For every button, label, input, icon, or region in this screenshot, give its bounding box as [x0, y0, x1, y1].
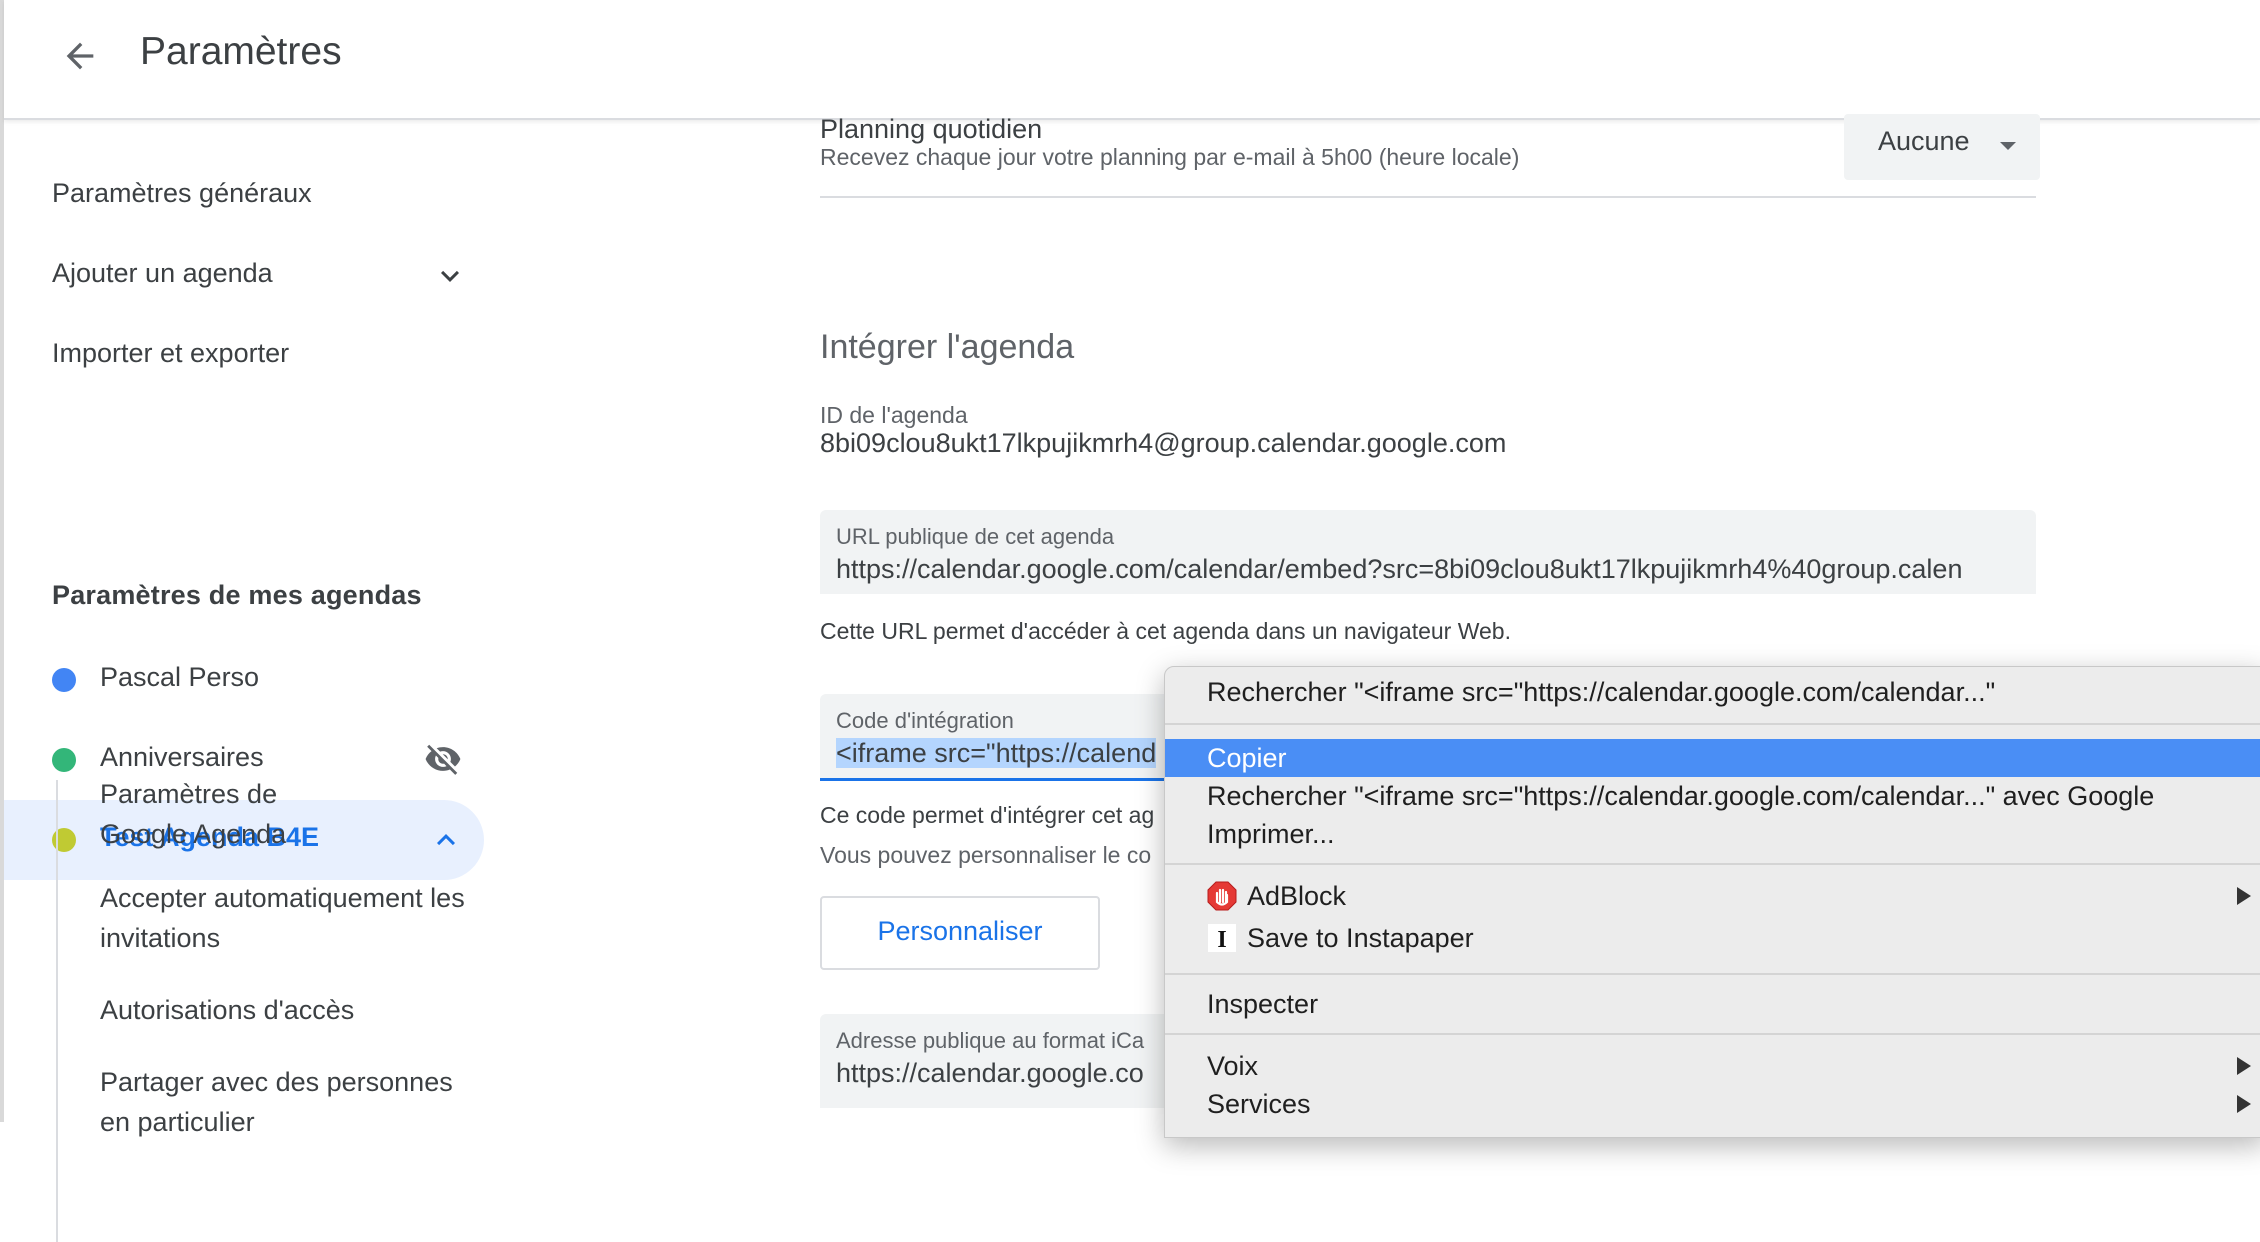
sidebar-subitem-access-permissions[interactable]: Autorisations d'accès [100, 990, 480, 1030]
menu-item-label: Imprimer... [1207, 819, 1335, 849]
sidebar-subitem-auto-accept[interactable]: Accepter automatiquement les invitations [100, 878, 500, 958]
calendar-color-dot [52, 748, 76, 772]
submenu-arrow-icon [2237, 1057, 2251, 1075]
daily-agenda-description: Recevez chaque jour votre planning par e… [820, 144, 1520, 170]
menu-item-adblock[interactable]: AdBlock [1165, 877, 2260, 915]
page-title: Paramètres [140, 30, 342, 73]
sidebar-item-general[interactable]: Paramètres généraux [52, 178, 312, 209]
menu-separator [1165, 863, 2260, 865]
sidebar-item-pascal-perso[interactable]: Pascal Perso [4, 640, 484, 720]
menu-item-print[interactable]: Imprimer... [1165, 815, 2260, 853]
field-label: URL publique de cet agenda [836, 524, 1115, 549]
calendar-id-value: 8bi09clou8ukt17lkpujikmrh4@group.calenda… [820, 428, 1507, 458]
select-value: Aucune [1878, 126, 1970, 156]
arrow-back-icon [66, 42, 94, 70]
menu-item-label: Copier [1207, 743, 1287, 773]
calendar-name: Anniversaires [100, 742, 264, 772]
menu-item-inspect[interactable]: Inspecter [1165, 985, 2260, 1023]
back-button[interactable] [52, 28, 108, 84]
menu-item-search[interactable]: Rechercher "<iframe src="https://calenda… [1165, 673, 2260, 711]
menu-separator [1165, 973, 2260, 975]
menu-item-search-google[interactable]: Rechercher "<iframe src="https://calenda… [1165, 777, 2260, 815]
public-url-value[interactable]: https://calendar.google.com/calendar/emb… [836, 554, 2030, 585]
customize-button[interactable]: Personnaliser [820, 896, 1100, 970]
daily-agenda-select[interactable]: Aucune [1844, 114, 2040, 180]
menu-item-label: Rechercher "<iframe src="https://calenda… [1207, 781, 2155, 811]
calendar-color-dot [52, 668, 76, 692]
dropdown-arrow-icon [2000, 142, 2016, 150]
embed-code-help-2: Vous pouvez personnaliser le co [820, 842, 1152, 868]
public-url-help: Cette URL permet d'accéder à cet agenda … [820, 618, 1511, 644]
public-url-field[interactable]: URL publique de cet agenda https://calen… [820, 510, 2036, 594]
settings-header: Paramètres [4, 0, 2260, 120]
submenu-arrow-icon [2237, 887, 2251, 905]
my-calendars-title: Paramètres de mes agendas [52, 580, 422, 610]
menu-item-instapaper[interactable]: I Save to Instapaper [1165, 919, 2260, 957]
sidebar-item-add-calendar[interactable]: Ajouter un agenda [52, 258, 273, 289]
submenu-arrow-icon [2237, 1095, 2251, 1113]
menu-item-label: Services [1207, 1089, 1311, 1119]
sidebar-item-import-export[interactable]: Importer et exporter [52, 338, 289, 369]
menu-item-label: Save to Instapaper [1247, 923, 1474, 953]
instapaper-icon: I [1208, 924, 1236, 953]
embed-code-help: Ce code permet d'intégrer cet ag [820, 802, 1155, 828]
integrate-section-title: Intégrer l'agenda [820, 328, 1075, 366]
menu-item-services[interactable]: Services [1165, 1085, 2260, 1123]
submenu-guide-line [56, 780, 58, 1242]
sidebar: Paramètres généraux Ajouter un agenda Im… [4, 120, 494, 1242]
menu-item-copy[interactable]: Copier [1165, 739, 2260, 777]
daily-agenda-title: Planning quotidien [820, 114, 1043, 144]
svg-text:I: I [1217, 927, 1226, 953]
menu-item-label: Voix [1207, 1051, 1259, 1081]
customize-button-label: Personnaliser [877, 916, 1043, 946]
menu-item-label: Rechercher "<iframe src="https://calenda… [1207, 677, 1996, 707]
chevron-down-icon[interactable] [432, 258, 468, 294]
sidebar-subitem-settings[interactable]: Paramètres de Google Agenda [100, 774, 480, 854]
field-label: Code d'intégration [836, 708, 1014, 733]
menu-item-voice[interactable]: Voix [1165, 1047, 2260, 1085]
calendar-id-label: ID de l'agenda [820, 402, 968, 428]
menu-separator [1165, 1033, 2260, 1035]
menu-separator [1165, 723, 2260, 725]
context-menu: Rechercher "<iframe src="https://calenda… [1164, 666, 2260, 1138]
visibility-off-icon[interactable] [424, 740, 462, 778]
adblock-icon [1207, 881, 1237, 911]
calendar-name: Pascal Perso [100, 662, 260, 692]
menu-item-label: Inspecter [1207, 989, 1319, 1019]
menu-item-label: AdBlock [1247, 881, 1347, 911]
sidebar-subitem-share-people[interactable]: Partager avec des personnes en particuli… [100, 1062, 480, 1142]
divider [820, 196, 2036, 198]
field-label: Adresse publique au format iCa [836, 1028, 1145, 1053]
selected-text: <iframe src="https://calend [836, 738, 1157, 768]
